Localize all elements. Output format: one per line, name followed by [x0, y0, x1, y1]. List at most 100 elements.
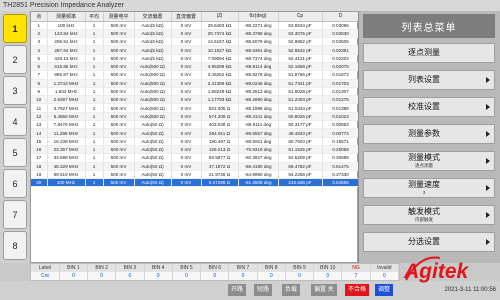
menu-button[interactable]: 列表设置 — [363, 70, 495, 90]
column-header[interactable]: 测量频率 — [47, 12, 86, 22]
table-cell: 0.30688 — [322, 153, 360, 163]
table-cell: 0.02204 — [322, 54, 360, 64]
table-row[interactable]: 20 100 MHz 1 500 mV Auto(50 Ω) 0 mV 6.47289 Ω-… — [31, 178, 360, 188]
table-cell: 52.5209 pF — [278, 153, 323, 163]
table-cell: 51.6028 pF — [278, 87, 323, 97]
channel-tab-3[interactable]: 3 — [3, 76, 27, 105]
table-row[interactable]: 10 2.6367 MHz 1 500 mV Auto(500 Ω) 0 mV 1.1779… — [31, 95, 360, 105]
table-row[interactable]: 8 1.2743 MHz 1 500 mV Auto(500 Ω) 0 mV 2.41389… — [31, 79, 360, 88]
table-cell: 0.02830 — [322, 29, 360, 39]
table-cell: 16 — [31, 145, 48, 155]
column-header[interactable]: 点 — [31, 12, 48, 22]
column-header[interactable]: Cp — [278, 12, 323, 22]
table-cell: 1.2743 MHz — [47, 79, 86, 88]
table-cell: Auto(50 Ω) — [134, 145, 172, 155]
table-cell: -88.9278 deg — [238, 70, 279, 80]
channel-tab-4[interactable]: 4 — [3, 107, 27, 136]
menu-button[interactable]: 校准设置 — [363, 97, 495, 117]
channel-tab-6[interactable]: 6 — [3, 169, 27, 198]
table-row[interactable]: 19 69.519 MHz 1 500 mV Auto(50 Ω) 0 mV 21.9726… — [31, 170, 360, 180]
table-row[interactable]: 16 23.357 MHz 1 500 mV Auto(50 Ω) 0 mV 129.213… — [31, 145, 360, 155]
menu-button[interactable]: 测量参数 — [363, 124, 495, 144]
channel-tab-7[interactable]: 7 — [3, 200, 27, 229]
table-row[interactable]: 2 143.84 kHz 1 500 mV Auto(5 kΩ) 0 mV 20.7474 … — [31, 29, 360, 39]
column-header[interactable]: 交流偏置 — [134, 12, 172, 22]
table-cell: 206.91 kHz — [47, 37, 86, 47]
column-header[interactable]: D — [322, 12, 360, 22]
table-row[interactable]: 1 100 kHz 1 500 mV Auto(5 kΩ) 0 mV 29.6493 kΩ -… — [31, 21, 360, 30]
table-row[interactable]: 15 16.238 MHz 1 500 mV Auto(50 Ω) 0 mV 190.497… — [31, 137, 360, 146]
channel-tab-1[interactable]: 1 — [3, 14, 27, 43]
menu-button[interactable]: 分选设置 — [363, 232, 495, 252]
table-cell: 0.01703 — [322, 79, 360, 88]
column-header[interactable]: 平均 — [85, 12, 104, 22]
table-cell: 885.87 kHz — [47, 70, 86, 80]
menu-button[interactable]: 触发模式 内部触发 — [363, 205, 495, 225]
channel-tab-2[interactable]: 2 — [3, 45, 27, 74]
table-cell: Auto(5 kΩ) — [134, 37, 172, 47]
menu-button[interactable]: 测量模式 逐点测量 — [363, 151, 495, 171]
table-cell: 1.68249 kΩ — [201, 87, 239, 97]
table-cell: 33.598 MHz — [47, 153, 86, 163]
status-indicator[interactable]: 短路 — [254, 284, 273, 296]
table-cell: 0 mV — [171, 79, 202, 88]
window-title: TH2851 Precision Impedance Analyzer — [0, 0, 500, 11]
table-row[interactable]: 12 5.4556 MHz 1 500 mV Auto(500 Ω) 0 mV 574.20… — [31, 112, 360, 122]
table-cell: -88.7374 deg — [238, 54, 279, 64]
table-cell: 51.0434 pF — [278, 103, 323, 113]
table-cell: 2.6367 MHz — [47, 95, 86, 105]
menu-button[interactable]: 逐点测量 — [363, 43, 495, 63]
table-cell: 93.5877 Ω — [201, 153, 239, 163]
table-row[interactable]: 13 7.8476 MHz 1 500 mV Auto(50 Ω) 0 mV 403.038… — [31, 120, 360, 130]
table-cell: -88.3788 deg — [238, 29, 279, 39]
table-cell: Auto(500 Ω) — [134, 79, 172, 88]
agitek-logo: Agitek — [403, 256, 470, 283]
table-cell: 500 mV — [103, 70, 135, 80]
table-row[interactable]: 17 33.598 MHz 1 500 mV Auto(50 Ω) 0 mV 93.5877… — [31, 153, 360, 163]
table-cell: 5.4556 MHz — [47, 112, 86, 122]
table-cell: 0 mV — [171, 162, 202, 171]
status-indicator[interactable]: 负载 — [282, 284, 301, 296]
table-row[interactable]: 6 615.85 kHz 1 500 mV Auto(500 Ω) 0 mV 4.95298… — [31, 62, 360, 72]
table-cell: 500 mV — [103, 103, 135, 113]
table-row[interactable]: 7 885.87 kHz 1 500 mV Auto(500 Ω) 0 mV 3.46262… — [31, 70, 360, 80]
table-cell: Auto(50 Ω) — [134, 170, 172, 180]
channel-tab-8[interactable]: 8 — [3, 231, 27, 260]
column-header[interactable]: 测量电平 — [103, 12, 135, 22]
status-indicator[interactable]: 调整 — [375, 284, 394, 296]
status-indicator[interactable]: 开路 — [228, 284, 247, 296]
channel-tab-5[interactable]: 5 — [3, 138, 27, 167]
chevron-right-icon — [486, 212, 490, 218]
column-header[interactable]: 直流偏置 — [171, 12, 202, 22]
table-cell: -80.5911 deg — [238, 137, 279, 146]
table-cell: 21.9726 Ω — [201, 170, 239, 180]
column-header[interactable]: θz(deg) — [238, 12, 279, 22]
table-cell: 0 mV — [171, 120, 202, 130]
bin-header: BIN 5 — [172, 264, 202, 272]
table-row[interactable]: 4 297.64 kHz 1 500 mV Auto(5 kΩ) 0 mV 10.1527 … — [31, 45, 360, 55]
table-cell: Auto(500 Ω) — [134, 87, 172, 97]
table-cell: 1 — [85, 153, 104, 163]
table-row[interactable]: 14 11.288 MHz 1 500 mV Auto(50 Ω) 0 mV 284.911… — [31, 128, 360, 138]
column-header[interactable]: |Z| — [201, 12, 239, 22]
table-cell: 51.8766 pF — [278, 70, 323, 80]
table-cell: -75.9319 deg — [238, 145, 279, 155]
bin-count: 0 — [59, 272, 89, 280]
status-indicator[interactable]: 偏置 关 — [311, 284, 337, 296]
status-indicator[interactable]: 不合格 — [345, 284, 370, 296]
menu-button[interactable]: 测量速度 3 — [363, 178, 495, 198]
table-row[interactable]: 5 428.13 kHz 1 500 mV Auto(5 kΩ) 0 mV 7.09094 … — [31, 54, 360, 64]
table-row[interactable]: 3 206.91 kHz 1 500 mV Auto(5 kΩ) 0 mV 14.5167 … — [31, 37, 360, 47]
table-cell: 500 mV — [103, 170, 135, 180]
table-cell: 500 mV — [103, 145, 135, 155]
table-row[interactable]: 11 3.7927 MHz 1 500 mV Auto(500 Ω) 0 mV 822.00… — [31, 103, 360, 113]
table-cell: 10 — [31, 95, 48, 105]
table-cell: 500 mV — [103, 62, 135, 72]
table-row[interactable]: 18 48.329 MHz 1 500 mV Auto(50 Ω) 0 mV 47.1672… — [31, 162, 360, 171]
chevron-right-icon — [486, 77, 490, 83]
table-cell: 0 mV — [171, 128, 202, 138]
table-cell: 500 mV — [103, 162, 135, 171]
table-cell: 59.4782 pF — [278, 162, 323, 171]
table-row[interactable]: 9 1.833 MHz 1 500 mV Auto(500 Ω) 0 mV 1.68249 … — [31, 87, 360, 97]
table-header-row: 点测量频率 平均 测量电平 交流偏置 直流偏置 |Z| θz(deg) Cp D — [31, 12, 360, 22]
